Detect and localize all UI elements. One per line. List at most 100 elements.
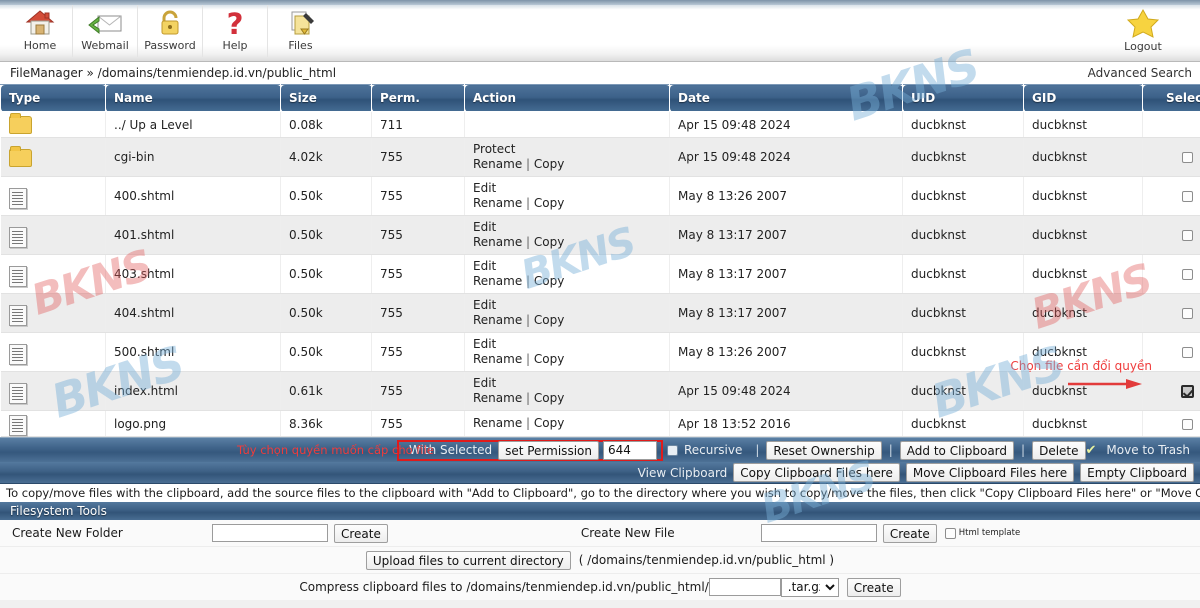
delete-button[interactable]: Delete [1032, 441, 1085, 460]
row-select-checkbox[interactable] [1182, 308, 1193, 319]
copy-link[interactable]: Copy [534, 274, 564, 288]
rename-link[interactable]: Rename [473, 313, 522, 327]
move-clipboard-files-here-button[interactable]: Move Clipboard Files here [906, 463, 1074, 482]
copy-link[interactable]: Copy [534, 157, 564, 171]
copy-link[interactable]: Copy [534, 352, 564, 366]
move-to-trash-label: Move to Trash [1106, 443, 1190, 457]
rename-link[interactable]: Rename [473, 391, 522, 405]
file-icon [9, 415, 29, 432]
row-select-checkbox[interactable] [1182, 419, 1193, 430]
file-icon [9, 227, 29, 244]
create-file-button[interactable]: Create [883, 524, 937, 543]
rename-link[interactable]: Rename [473, 416, 522, 430]
column-header-perm[interactable]: Perm. [372, 85, 465, 112]
row-select-checkbox[interactable] [1182, 152, 1193, 163]
rename-link[interactable]: Rename [473, 196, 522, 210]
nav-item-files[interactable]: Files [268, 5, 333, 57]
column-header-date[interactable]: Date [670, 85, 903, 112]
cell-size: 0.50k [281, 177, 372, 216]
view-clipboard-link[interactable]: View Clipboard [638, 466, 728, 480]
breadcrumb[interactable]: FileManager » /domains/tenmiendep.id.vn/… [10, 66, 336, 80]
copy-link[interactable]: Copy [534, 391, 564, 405]
cell-select [1143, 372, 1200, 411]
column-header-gid[interactable]: GID [1024, 85, 1143, 112]
cell-name[interactable]: 404.shtml [106, 294, 281, 333]
edit-link[interactable]: Edit [473, 337, 496, 351]
reset-ownership-button[interactable]: Reset Ownership [766, 441, 881, 460]
set-permission-button[interactable]: set Permission [498, 441, 599, 460]
cell-action: ProtectRename | Copy [465, 138, 670, 177]
column-header-select[interactable]: Select [1143, 85, 1200, 112]
cell-gid: ducbknst [1024, 255, 1143, 294]
table-row[interactable]: cgi-bin4.02k755ProtectRename | CopyApr 1… [1, 138, 1200, 177]
copy-link[interactable]: Copy [534, 416, 564, 430]
move-to-trash-check-icon[interactable]: ✔ [1086, 443, 1097, 458]
column-header-type[interactable]: Type [1, 85, 106, 112]
help-question-icon: ? [215, 7, 255, 39]
table-row[interactable]: 404.shtml0.50k755EditRename | CopyMay 8 … [1, 294, 1200, 333]
row-select-checkbox[interactable] [1182, 269, 1193, 280]
row-select-checkbox[interactable] [1182, 230, 1193, 241]
nav-item-password[interactable]: Password [138, 5, 203, 57]
html-template-checkbox[interactable] [945, 528, 956, 539]
rename-link[interactable]: Rename [473, 274, 522, 288]
cell-uid: ducbknst [903, 411, 1024, 437]
table-row[interactable]: 400.shtml0.50k755EditRename | CopyMay 8 … [1, 177, 1200, 216]
annotation-permission-note: Tùy chọn quyền muốn cấp cho file [237, 443, 434, 457]
svg-text:?: ? [227, 7, 244, 39]
create-new-folder-input[interactable] [212, 524, 328, 542]
table-row[interactable]: logo.png8.36k755Rename | CopyApr 18 13:5… [1, 411, 1200, 437]
cell-name[interactable]: 403.shtml [106, 255, 281, 294]
row-select-checkbox[interactable] [1182, 191, 1193, 202]
edit-link[interactable]: Edit [473, 220, 496, 234]
row-select-checkbox[interactable] [1181, 385, 1194, 398]
cell-name[interactable]: 401.shtml [106, 216, 281, 255]
copy-link[interactable]: Copy [534, 196, 564, 210]
nav-item-webmail[interactable]: Webmail [73, 5, 138, 57]
compress-create-button[interactable]: Create [847, 578, 901, 597]
table-row[interactable]: ../ Up a Level0.08k711Apr 15 09:48 2024d… [1, 112, 1200, 138]
copy-link[interactable]: Copy [534, 235, 564, 249]
edit-link[interactable]: Edit [473, 298, 496, 312]
table-row[interactable]: index.html0.61k755EditRename | CopyApr 1… [1, 372, 1200, 411]
add-to-clipboard-button[interactable]: Add to Clipboard [900, 441, 1014, 460]
edit-link[interactable]: Edit [473, 376, 496, 390]
compress-format-select[interactable]: .tar.gz [781, 578, 839, 597]
cell-name[interactable]: cgi-bin [106, 138, 281, 177]
cell-name[interactable]: 400.shtml [106, 177, 281, 216]
cell-gid: ducbknst [1024, 177, 1143, 216]
table-row[interactable]: 403.shtml0.50k755EditRename | CopyMay 8 … [1, 255, 1200, 294]
compress-name-input[interactable] [709, 578, 781, 596]
upload-files-button[interactable]: Upload files to current directory [366, 551, 571, 570]
advanced-search-link[interactable]: Advanced Search [1088, 66, 1192, 80]
nav-item-help[interactable]: ? Help [203, 5, 268, 57]
logout-button[interactable]: Logout [1108, 5, 1178, 57]
rename-link[interactable]: Rename [473, 235, 522, 249]
nav-item-home[interactable]: Home [8, 5, 73, 57]
edit-link[interactable]: Edit [473, 259, 496, 273]
protect-link[interactable]: Protect [473, 142, 515, 156]
cell-name[interactable]: ../ Up a Level [106, 112, 281, 138]
selection-action-bar: Tùy chọn quyền muốn cấp cho file With Se… [0, 437, 1200, 462]
table-row[interactable]: 401.shtml0.50k755EditRename | CopyMay 8 … [1, 216, 1200, 255]
permission-input[interactable] [603, 441, 657, 460]
rename-link[interactable]: Rename [473, 352, 522, 366]
cell-name[interactable]: logo.png [106, 411, 281, 437]
column-header-name[interactable]: Name [106, 85, 281, 112]
file-icon [9, 188, 29, 205]
column-header-uid[interactable]: UID [903, 85, 1024, 112]
cell-type [1, 333, 106, 372]
cell-name[interactable]: index.html [106, 372, 281, 411]
copy-link[interactable]: Copy [534, 313, 564, 327]
recursive-checkbox[interactable] [667, 445, 678, 456]
rename-link[interactable]: Rename [473, 157, 522, 171]
copy-clipboard-files-here-button[interactable]: Copy Clipboard Files here [733, 463, 900, 482]
create-folder-button[interactable]: Create [334, 524, 388, 543]
edit-link[interactable]: Edit [473, 181, 496, 195]
empty-clipboard-button[interactable]: Empty Clipboard [1080, 463, 1194, 482]
column-header-size[interactable]: Size [281, 85, 372, 112]
cell-name[interactable]: 500.shtml [106, 333, 281, 372]
row-select-checkbox[interactable] [1182, 347, 1193, 358]
column-header-action[interactable]: Action [465, 85, 670, 112]
create-new-file-input[interactable] [761, 524, 877, 542]
